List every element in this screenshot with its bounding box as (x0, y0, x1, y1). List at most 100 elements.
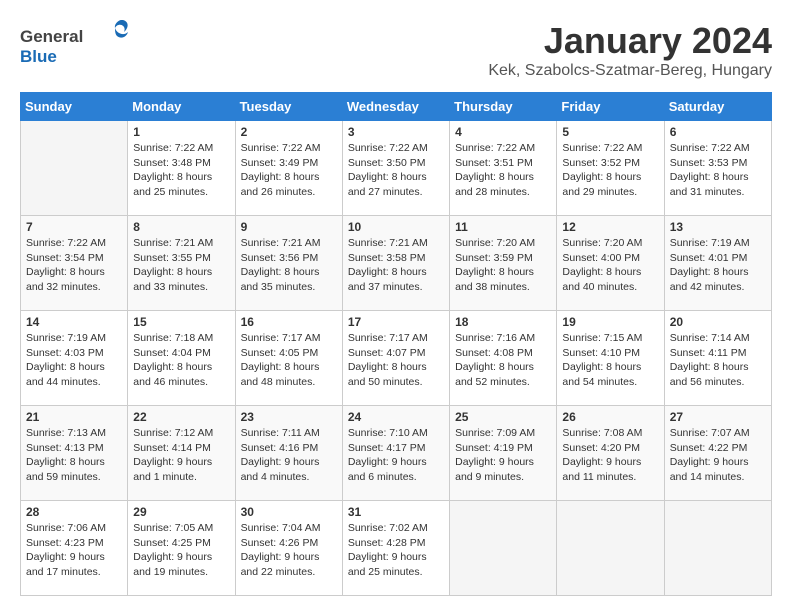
calendar-cell: 26 Sunrise: 7:08 AMSunset: 4:20 PMDayligh… (557, 406, 664, 501)
weekday-header-cell: Sunday (21, 93, 128, 121)
day-info: Sunrise: 7:05 AMSunset: 4:25 PMDaylight:… (133, 521, 229, 580)
day-number: 31 (348, 505, 444, 519)
day-number: 8 (133, 220, 229, 234)
day-number: 17 (348, 315, 444, 329)
calendar-cell: 4 Sunrise: 7:22 AMSunset: 3:51 PMDaylight… (450, 121, 557, 216)
calendar-cell: 19 Sunrise: 7:15 AMSunset: 4:10 PMDayligh… (557, 311, 664, 406)
calendar-cell: 29Sunrise: 7:05 AMSunset: 4:25 PMDayligh… (128, 501, 235, 596)
calendar-week-row: 14 Sunrise: 7:19 AMSunset: 4:03 PMDayligh… (21, 311, 772, 406)
calendar-cell: 23Sunrise: 7:11 AMSunset: 4:16 PMDayligh… (235, 406, 342, 501)
calendar-table: SundayMondayTuesdayWednesdayThursdayFrid… (20, 92, 772, 596)
day-info: Sunrise: 7:10 AMSunset: 4:17 PMDaylight:… (348, 426, 444, 485)
svg-text:General: General (20, 27, 83, 46)
day-number: 15 (133, 315, 229, 329)
day-info: Sunrise: 7:22 AMSunset: 3:53 PMDaylight:… (670, 141, 766, 200)
day-number: 16 (241, 315, 337, 329)
calendar-week-row: 28Sunrise: 7:06 AMSunset: 4:23 PMDayligh… (21, 501, 772, 596)
calendar-cell: 14 Sunrise: 7:19 AMSunset: 4:03 PMDayligh… (21, 311, 128, 406)
calendar-cell: 12Sunrise: 7:20 AMSunset: 4:00 PMDayligh… (557, 216, 664, 311)
calendar-cell: 30 Sunrise: 7:04 AMSunset: 4:26 PMDayligh… (235, 501, 342, 596)
day-info: Sunrise: 7:04 AMSunset: 4:26 PMDaylight:… (241, 521, 337, 580)
day-number: 7 (26, 220, 122, 234)
weekday-header-cell: Thursday (450, 93, 557, 121)
day-info: Sunrise: 7:19 AMSunset: 4:01 PMDaylight:… (670, 236, 766, 295)
day-info: Sunrise: 7:14 AMSunset: 4:11 PMDaylight:… (670, 331, 766, 390)
day-info: Sunrise: 7:19 AMSunset: 4:03 PMDaylight:… (26, 331, 122, 390)
day-number: 25 (455, 410, 551, 424)
day-number: 28 (26, 505, 122, 519)
calendar-cell: 27 Sunrise: 7:07 AMSunset: 4:22 PMDayligh… (664, 406, 771, 501)
title-block: January 2024 Kek, Szabolcs-Szatmar-Bereg… (488, 20, 772, 80)
logo: General Blue (20, 20, 130, 70)
day-info: Sunrise: 7:17 AMSunset: 4:05 PMDaylight:… (241, 331, 337, 390)
page-header: General Blue January 2024 Kek, Szabolcs-… (20, 20, 772, 80)
calendar-cell (450, 501, 557, 596)
calendar-cell: 3 Sunrise: 7:22 AMSunset: 3:50 PMDaylight… (342, 121, 449, 216)
calendar-cell: 16 Sunrise: 7:17 AMSunset: 4:05 PMDayligh… (235, 311, 342, 406)
calendar-cell: 31Sunrise: 7:02 AMSunset: 4:28 PMDayligh… (342, 501, 449, 596)
day-info: Sunrise: 7:15 AMSunset: 4:10 PMDaylight:… (562, 331, 658, 390)
day-info: Sunrise: 7:18 AMSunset: 4:04 PMDaylight:… (133, 331, 229, 390)
day-number: 3 (348, 125, 444, 139)
calendar-body: 1 Sunrise: 7:22 AMSunset: 3:48 PMDaylight… (21, 121, 772, 596)
calendar-cell: 5Sunrise: 7:22 AMSunset: 3:52 PMDaylight… (557, 121, 664, 216)
calendar-cell: 6 Sunrise: 7:22 AMSunset: 3:53 PMDaylight… (664, 121, 771, 216)
day-info: Sunrise: 7:07 AMSunset: 4:22 PMDaylight:… (670, 426, 766, 485)
calendar-cell: 15 Sunrise: 7:18 AMSunset: 4:04 PMDayligh… (128, 311, 235, 406)
weekday-header-cell: Saturday (664, 93, 771, 121)
day-number: 23 (241, 410, 337, 424)
day-number: 21 (26, 410, 122, 424)
day-number: 12 (562, 220, 658, 234)
day-info: Sunrise: 7:16 AMSunset: 4:08 PMDaylight:… (455, 331, 551, 390)
day-number: 1 (133, 125, 229, 139)
calendar-cell: 18Sunrise: 7:16 AMSunset: 4:08 PMDayligh… (450, 311, 557, 406)
day-number: 10 (348, 220, 444, 234)
calendar-cell: 9 Sunrise: 7:21 AMSunset: 3:56 PMDaylight… (235, 216, 342, 311)
day-number: 6 (670, 125, 766, 139)
weekday-header-row: SundayMondayTuesdayWednesdayThursdayFrid… (21, 93, 772, 121)
calendar-cell: 21 Sunrise: 7:13 AMSunset: 4:13 PMDayligh… (21, 406, 128, 501)
day-number: 26 (562, 410, 658, 424)
day-info: Sunrise: 7:22 AMSunset: 3:48 PMDaylight:… (133, 141, 229, 200)
day-info: Sunrise: 7:22 AMSunset: 3:51 PMDaylight:… (455, 141, 551, 200)
calendar-week-row: 7 Sunrise: 7:22 AMSunset: 3:54 PMDaylight… (21, 216, 772, 311)
calendar-cell: 10 Sunrise: 7:21 AMSunset: 3:58 PMDayligh… (342, 216, 449, 311)
calendar-cell: 7 Sunrise: 7:22 AMSunset: 3:54 PMDaylight… (21, 216, 128, 311)
day-info: Sunrise: 7:09 AMSunset: 4:19 PMDaylight:… (455, 426, 551, 485)
day-number: 22 (133, 410, 229, 424)
day-info: Sunrise: 7:22 AMSunset: 3:50 PMDaylight:… (348, 141, 444, 200)
day-info: Sunrise: 7:20 AMSunset: 3:59 PMDaylight:… (455, 236, 551, 295)
day-info: Sunrise: 7:08 AMSunset: 4:20 PMDaylight:… (562, 426, 658, 485)
day-number: 4 (455, 125, 551, 139)
location-title: Kek, Szabolcs-Szatmar-Bereg, Hungary (488, 62, 772, 80)
calendar-cell: 22 Sunrise: 7:12 AMSunset: 4:14 PMDayligh… (128, 406, 235, 501)
day-info: Sunrise: 7:17 AMSunset: 4:07 PMDaylight:… (348, 331, 444, 390)
day-info: Sunrise: 7:21 AMSunset: 3:55 PMDaylight:… (133, 236, 229, 295)
calendar-cell: 28Sunrise: 7:06 AMSunset: 4:23 PMDayligh… (21, 501, 128, 596)
calendar-cell: 8 Sunrise: 7:21 AMSunset: 3:55 PMDaylight… (128, 216, 235, 311)
day-info: Sunrise: 7:21 AMSunset: 3:56 PMDaylight:… (241, 236, 337, 295)
weekday-header-cell: Tuesday (235, 93, 342, 121)
weekday-header-cell: Wednesday (342, 93, 449, 121)
day-number: 27 (670, 410, 766, 424)
calendar-cell (664, 501, 771, 596)
day-number: 13 (670, 220, 766, 234)
calendar-cell: 11 Sunrise: 7:20 AMSunset: 3:59 PMDayligh… (450, 216, 557, 311)
weekday-header-cell: Friday (557, 93, 664, 121)
day-number: 30 (241, 505, 337, 519)
logo-svg: General Blue (20, 20, 130, 70)
calendar-cell (557, 501, 664, 596)
day-info: Sunrise: 7:12 AMSunset: 4:14 PMDaylight:… (133, 426, 229, 485)
day-number: 11 (455, 220, 551, 234)
calendar-cell: 25 Sunrise: 7:09 AMSunset: 4:19 PMDayligh… (450, 406, 557, 501)
day-number: 9 (241, 220, 337, 234)
calendar-cell (21, 121, 128, 216)
day-info: Sunrise: 7:13 AMSunset: 4:13 PMDaylight:… (26, 426, 122, 485)
day-number: 20 (670, 315, 766, 329)
day-info: Sunrise: 7:22 AMSunset: 3:54 PMDaylight:… (26, 236, 122, 295)
day-number: 19 (562, 315, 658, 329)
calendar-cell: 1 Sunrise: 7:22 AMSunset: 3:48 PMDaylight… (128, 121, 235, 216)
calendar-cell: 2Sunrise: 7:22 AMSunset: 3:49 PMDaylight… (235, 121, 342, 216)
day-number: 14 (26, 315, 122, 329)
day-info: Sunrise: 7:21 AMSunset: 3:58 PMDaylight:… (348, 236, 444, 295)
